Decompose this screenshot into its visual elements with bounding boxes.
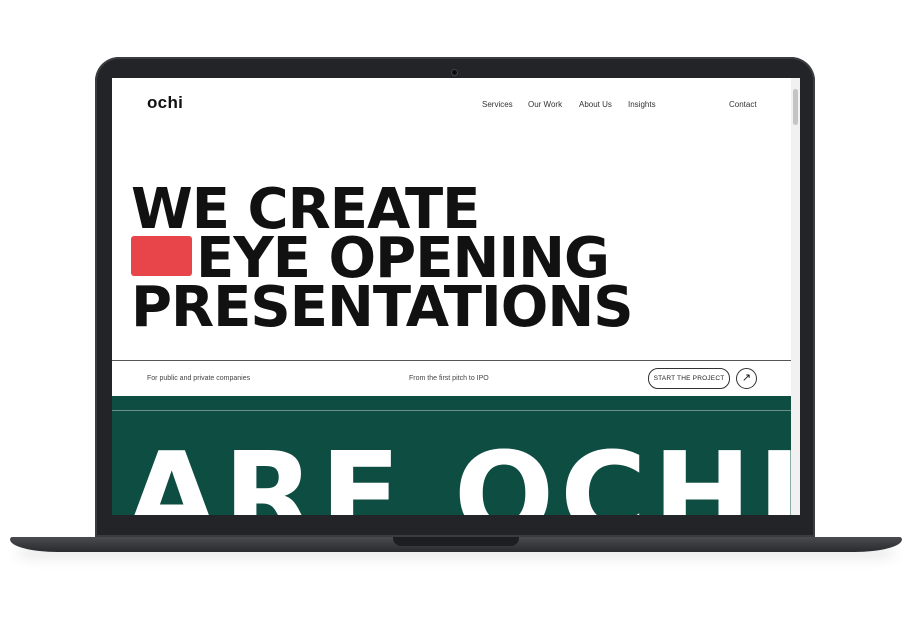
nav-link-contact[interactable]: Contact bbox=[729, 100, 757, 109]
nav-link-services[interactable]: Services bbox=[482, 100, 513, 109]
tagline-center: From the first pitch to IPO bbox=[409, 375, 489, 382]
hero-line-3: PRESENTATIONS bbox=[131, 275, 634, 340]
nav-link-about-us[interactable]: About Us bbox=[579, 100, 612, 109]
laptop-hinge-notch bbox=[393, 537, 519, 546]
hero-accent-block bbox=[131, 236, 192, 276]
scrollbar-thumb[interactable] bbox=[793, 89, 798, 125]
scrollbar[interactable] bbox=[791, 78, 800, 515]
camera-icon bbox=[452, 70, 457, 75]
marquee-rule bbox=[112, 410, 791, 411]
marquee-text: ARE OCHI bbox=[126, 426, 791, 515]
tagline-left: For public and private companies bbox=[147, 375, 251, 382]
nav-link-our-work[interactable]: Our Work bbox=[528, 100, 562, 109]
laptop-mockup: ochi Services Our Work About Us Insights… bbox=[0, 0, 912, 630]
start-project-button[interactable]: START THE PROJECT bbox=[648, 368, 730, 389]
nav-link-insights[interactable]: Insights bbox=[628, 100, 656, 109]
arrow-up-right-icon[interactable]: ↗ bbox=[736, 368, 757, 389]
marquee-banner: ARE OCHI bbox=[112, 396, 791, 515]
top-nav: ochi Services Our Work About Us Insights… bbox=[112, 78, 791, 130]
logo[interactable]: ochi bbox=[147, 93, 183, 113]
browser-screen: ochi Services Our Work About Us Insights… bbox=[112, 78, 800, 515]
section-divider bbox=[112, 360, 791, 361]
